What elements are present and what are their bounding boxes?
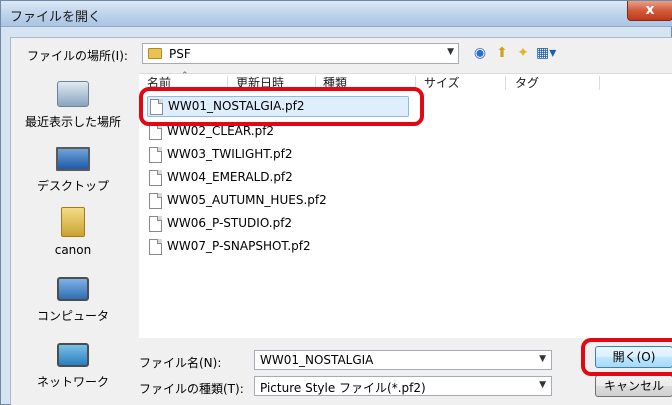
file-row[interactable]: WW04_EMERALD.pf2 xyxy=(147,168,407,189)
lookin-combo[interactable]: PSF ▼ xyxy=(142,43,459,64)
window-title: ファイルを開く xyxy=(10,10,102,25)
place-label: 最近表示した場所 xyxy=(24,115,121,129)
new-folder-icon[interactable]: ✦ xyxy=(514,44,532,62)
column-header-tag[interactable]: タグ xyxy=(515,74,539,92)
place-desktop[interactable]: デスクトップ xyxy=(11,147,135,207)
user-folder-icon xyxy=(61,207,85,237)
back-icon[interactable]: ◉ xyxy=(471,44,489,62)
file-icon xyxy=(149,239,162,255)
network-icon xyxy=(57,343,89,367)
open-button-highlight xyxy=(581,338,672,376)
file-name: WW03_TWILIGHT.pf2 xyxy=(167,147,293,161)
column-header-size[interactable]: サイズ xyxy=(424,74,460,92)
file-name: WW07_P-SNAPSHOT.pf2 xyxy=(167,239,311,253)
place-canon[interactable]: canon xyxy=(11,207,135,267)
place-computer[interactable]: コンピュータ xyxy=(11,277,135,337)
title-bar: ファイルを開く x xyxy=(1,1,672,27)
file-row[interactable]: WW03_TWILIGHT.pf2 xyxy=(147,145,407,166)
close-button[interactable]: x xyxy=(627,1,672,21)
computer-icon xyxy=(57,277,89,301)
place-recent[interactable]: 最近表示した場所 xyxy=(11,81,135,141)
open-file-dialog: ファイルを開く x ファイルの場所(I): PSF ▼ ◉ ⬆ ✦ ▦▾ 最近表… xyxy=(0,0,672,405)
desktop-icon xyxy=(56,147,90,171)
file-row[interactable]: WW05_AUTUMN_HUES.pf2 xyxy=(147,191,407,212)
filename-input[interactable]: WW01_NOSTALGIA ▼ xyxy=(254,350,552,370)
views-menu-icon[interactable]: ▦▾ xyxy=(536,44,570,62)
selected-file-highlight xyxy=(139,87,424,126)
place-label: canon xyxy=(54,243,92,257)
file-icon xyxy=(149,170,162,186)
place-label: デスクトップ xyxy=(36,179,109,193)
chevron-down-icon[interactable]: ▼ xyxy=(447,47,454,57)
file-icon xyxy=(149,124,162,140)
file-row[interactable]: WW06_P-STUDIO.pf2 xyxy=(147,214,407,235)
filetype-value: Picture Style ファイル(*.pf2) xyxy=(260,381,426,395)
recent-places-icon xyxy=(57,81,89,107)
filetype-label: ファイルの種類(T): xyxy=(139,382,244,396)
chevron-down-icon[interactable]: ▼ xyxy=(539,354,546,364)
file-icon xyxy=(149,193,162,209)
place-label: コンピュータ xyxy=(36,309,109,323)
file-row[interactable]: WW07_P-SNAPSHOT.pf2 xyxy=(147,237,407,258)
lookin-value: PSF xyxy=(169,47,191,61)
file-icon xyxy=(149,216,162,232)
places-bar: 最近表示した場所 デスクトップ canon コンピュータ ネットワーク xyxy=(11,73,135,403)
sort-arrow-icon: ⌃ xyxy=(181,71,189,81)
cancel-button[interactable]: キャンセル xyxy=(595,375,672,397)
place-label: ネットワーク xyxy=(36,375,109,389)
up-folder-icon[interactable]: ⬆ xyxy=(493,44,511,62)
filetype-select[interactable]: Picture Style ファイル(*.pf2) ▼ xyxy=(254,376,552,396)
folder-icon xyxy=(148,48,162,59)
lookin-label: ファイルの場所(I): xyxy=(27,49,128,63)
column-separator[interactable] xyxy=(599,76,600,90)
filename-value: WW01_NOSTALGIA xyxy=(260,353,374,367)
chevron-down-icon[interactable]: ▼ xyxy=(539,380,546,390)
file-name: WW05_AUTUMN_HUES.pf2 xyxy=(167,193,327,207)
place-network[interactable]: ネットワーク xyxy=(11,343,135,403)
column-separator[interactable] xyxy=(505,76,506,90)
file-name: WW04_EMERALD.pf2 xyxy=(167,170,293,184)
file-name: WW06_P-STUDIO.pf2 xyxy=(167,216,293,230)
file-name: WW02_CLEAR.pf2 xyxy=(167,124,275,138)
filename-label: ファイル名(N): xyxy=(139,356,222,370)
file-icon xyxy=(149,147,162,163)
